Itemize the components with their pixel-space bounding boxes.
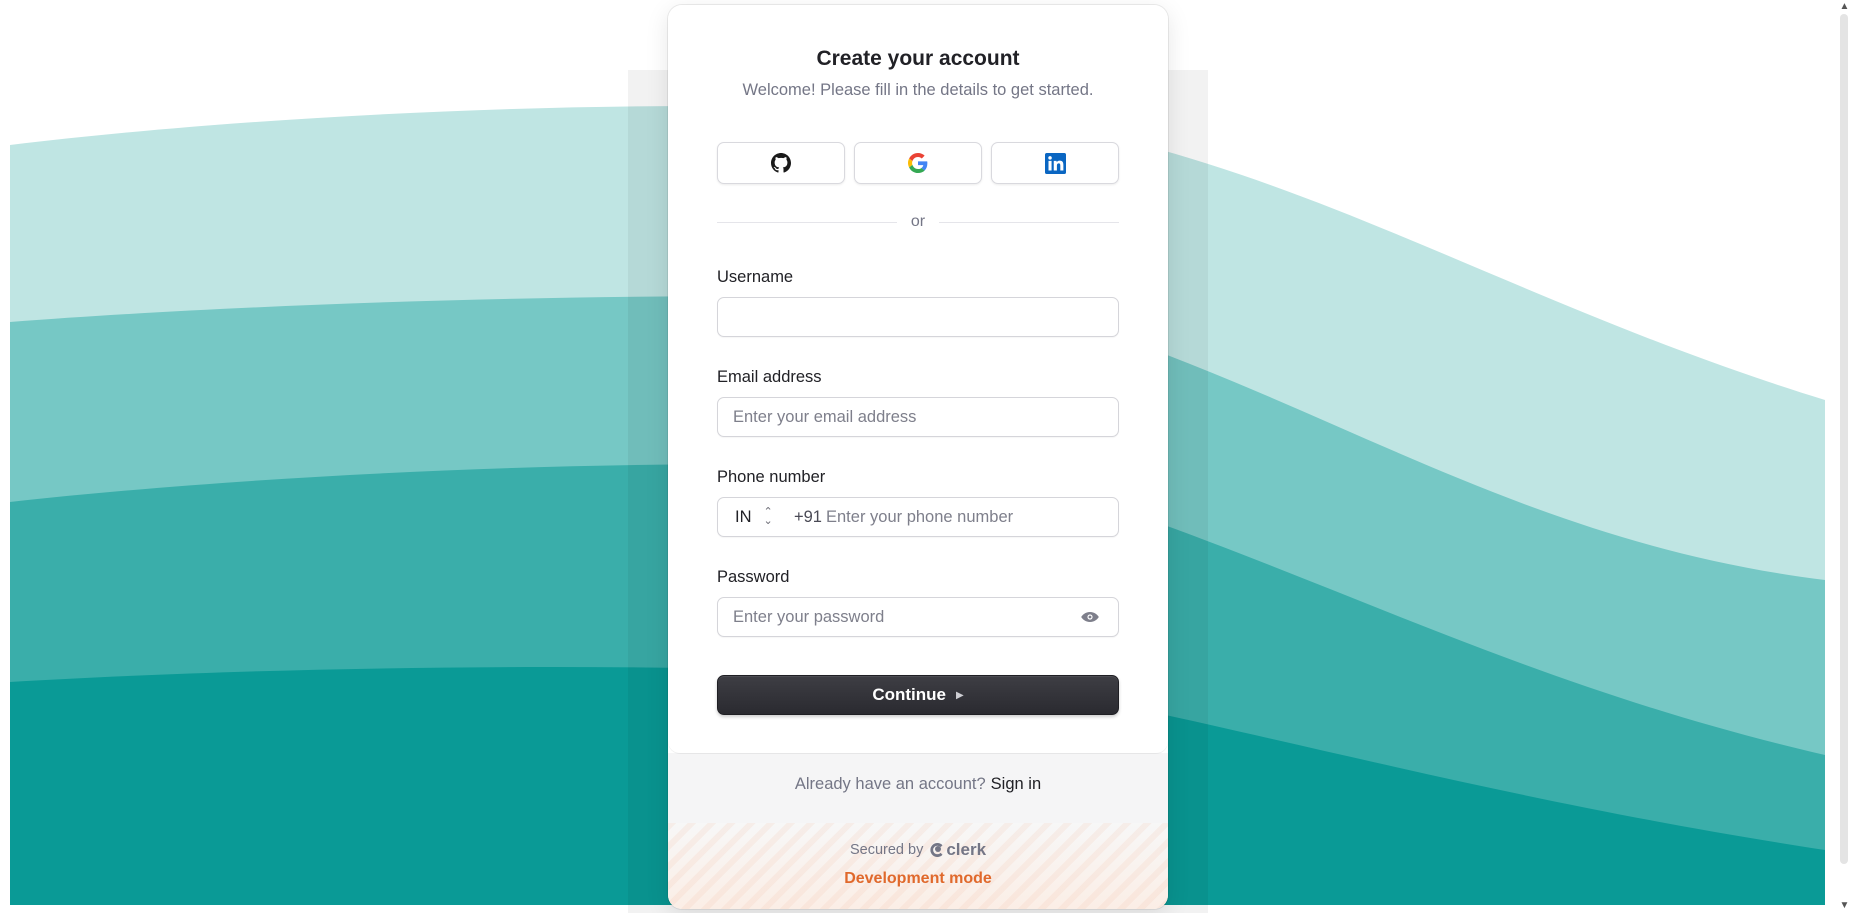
username-label: Username (717, 268, 794, 286)
phone-input[interactable] (820, 498, 1118, 536)
sign-up-card: Create your account Welcome! Please fill… (668, 5, 1168, 909)
phone-input-wrap (820, 498, 1118, 536)
phone-label: Phone number (717, 468, 826, 486)
country-code: IN (735, 507, 752, 526)
secured-by: Secured by clerk (668, 840, 1168, 860)
google-icon (908, 153, 928, 173)
github-icon (771, 153, 791, 173)
signin-prompt: Already have an account? (794, 775, 986, 793)
dial-prefix: +91 (794, 508, 822, 526)
scroll-up-icon[interactable]: ▲ (1836, 0, 1853, 14)
scroll-down-icon[interactable]: ▼ (1836, 899, 1853, 913)
eye-icon[interactable] (1080, 608, 1100, 626)
linkedin-icon (1044, 152, 1066, 174)
email-label: Email address (717, 368, 822, 386)
caret-right-icon: ▶ (955, 689, 964, 701)
scrollbar-thumb[interactable] (1840, 14, 1848, 864)
country-select[interactable]: IN ⌃ ⌄ (718, 498, 784, 536)
sign-up-form-panel: Create your account Welcome! Please fill… (668, 5, 1168, 753)
password-input[interactable] (718, 598, 1118, 636)
clerk-brand: clerk (946, 840, 987, 859)
page-title: Create your account (816, 47, 1020, 70)
chevron-up-down-icon: ⌃ ⌄ (763, 506, 773, 527)
secured-by-label: Secured by (849, 842, 924, 858)
email-field (717, 397, 1119, 437)
sign-in-link[interactable]: Sign in (991, 775, 1041, 793)
clerk-logo-icon (930, 843, 943, 857)
scrollbar[interactable]: ▲ ▼ (1836, 0, 1853, 913)
development-mode-label: Development mode (844, 870, 992, 887)
linkedin-button[interactable] (991, 142, 1119, 184)
dev-footer: Secured by clerk Development mode (668, 823, 1168, 909)
password-label: Password (717, 568, 790, 586)
github-button[interactable] (717, 142, 845, 184)
google-button[interactable] (854, 142, 982, 184)
password-field (717, 597, 1119, 637)
phone-field: IN ⌃ ⌄ +91 (717, 497, 1119, 537)
continue-label: Continue (872, 685, 946, 704)
continue-button[interactable]: Continue ▶ (717, 675, 1119, 715)
divider-or: or (910, 213, 926, 230)
clerk-logo[interactable]: clerk (930, 840, 986, 860)
username-input[interactable] (718, 298, 1118, 336)
email-input[interactable] (718, 398, 1118, 436)
signin-footer: Already have an account? Sign in (668, 753, 1168, 824)
username-field (717, 297, 1119, 337)
page-subtitle: Welcome! Please fill in the details to g… (742, 81, 1094, 99)
